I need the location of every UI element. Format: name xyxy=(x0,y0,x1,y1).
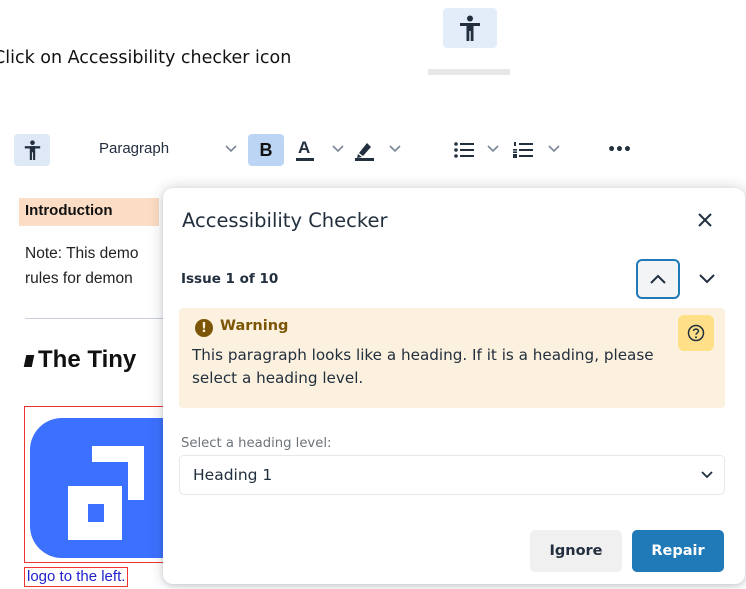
text-color-label: A xyxy=(298,138,311,157)
accessibility-icon xyxy=(24,140,40,160)
numbered-list-icon[interactable] xyxy=(510,138,536,162)
warning-icon: ! xyxy=(195,319,213,337)
heading-level-value: Heading 1 xyxy=(193,466,273,484)
bold-button[interactable]: B xyxy=(248,134,284,166)
chevron-down-icon xyxy=(699,274,715,284)
document-note-line: Note: This demo xyxy=(25,245,139,262)
help-icon xyxy=(687,324,705,342)
instruction-icon-underline xyxy=(428,69,510,75)
chevron-down-icon xyxy=(698,466,716,484)
bullet-list-icon[interactable] xyxy=(451,138,477,162)
next-issue-button[interactable] xyxy=(689,259,725,299)
more-button[interactable]: ••• xyxy=(604,138,634,162)
block-format-label: Paragraph xyxy=(99,140,170,157)
warning-label: Warning xyxy=(220,318,289,334)
bold-label: B xyxy=(259,139,273,160)
accessibility-icon xyxy=(443,8,497,48)
accessibility-checker-button[interactable] xyxy=(14,134,50,166)
previous-issue-button[interactable] xyxy=(636,259,680,299)
highlight-chevron-icon[interactable] xyxy=(386,140,404,158)
close-button[interactable] xyxy=(689,204,721,236)
image-caption: logo to the left. xyxy=(24,567,129,587)
close-icon xyxy=(698,213,712,227)
tiny-logo-image[interactable] xyxy=(24,406,164,563)
document-divider xyxy=(25,318,165,319)
document-note: Note: This demo rules for demon xyxy=(25,241,138,291)
block-format-select[interactable]: Paragraph xyxy=(99,140,169,157)
text-color-chevron-icon[interactable] xyxy=(329,140,347,158)
warning-message: This paragraph looks like a heading. If … xyxy=(192,346,654,387)
text-color-button[interactable]: A xyxy=(292,136,318,164)
issue-counter: Issue 1 of 10 xyxy=(181,271,279,287)
repair-button[interactable]: Repair xyxy=(632,530,724,572)
dialog-title: Accessibility Checker xyxy=(182,209,388,232)
heading-level-label: Select a heading level: xyxy=(181,436,332,451)
document-heading: The Tiny xyxy=(23,346,137,374)
numbered-list-chevron-icon[interactable] xyxy=(545,140,563,158)
document-intro-heading: Introduction xyxy=(19,198,159,226)
document-heading-text: The Tiny xyxy=(38,346,137,373)
instruction-text: Click on Accessibility checker icon xyxy=(0,48,292,68)
document-note-line: rules for demon xyxy=(25,270,133,287)
paragraph-marker-icon xyxy=(23,354,35,367)
bullet-list-chevron-icon[interactable] xyxy=(484,140,502,158)
chevron-up-icon xyxy=(650,274,666,284)
block-format-chevron-icon xyxy=(222,140,240,158)
tiny-logo xyxy=(30,418,163,558)
ignore-button[interactable]: Ignore xyxy=(530,530,622,572)
highlighter-icon[interactable] xyxy=(352,136,378,164)
help-button[interactable] xyxy=(678,315,714,351)
more-icon: ••• xyxy=(607,142,632,158)
